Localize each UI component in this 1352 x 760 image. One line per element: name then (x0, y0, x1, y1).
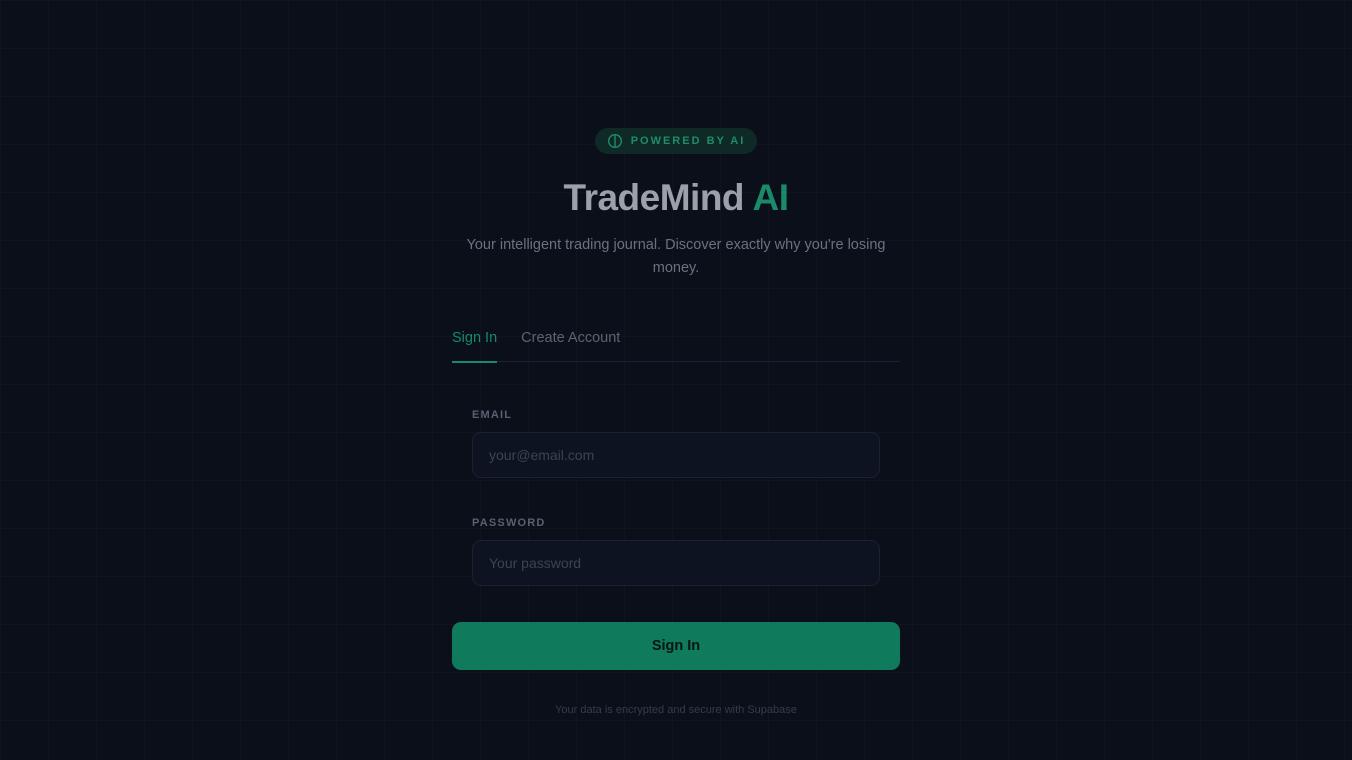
sign-in-button[interactable]: Sign In (452, 622, 900, 670)
password-field-group: PASSWORD (472, 516, 880, 586)
powered-by-badge: POWERED BY AI (594, 128, 758, 154)
email-label: EMAIL (472, 409, 513, 421)
brain-icon (607, 133, 623, 149)
brand-name: TradeMind (563, 177, 745, 218)
badge-text: POWERED BY AI (630, 135, 746, 147)
security-note: Your data is encrypted and secure with S… (555, 704, 797, 716)
email-field-group: EMAIL (472, 408, 880, 478)
page-title: TradeMind AI (452, 176, 900, 220)
password-label: PASSWORD (472, 517, 546, 529)
auth-tabs: Sign In Create Account (452, 320, 900, 363)
sign-in-form: EMAIL PASSWORD (452, 408, 900, 586)
page-subtitle: Your intelligent trading journal. Discov… (466, 237, 886, 276)
tab-sign-in[interactable]: Sign In (452, 320, 498, 363)
tab-create-account[interactable]: Create Account (521, 320, 620, 362)
email-input[interactable] (472, 432, 880, 478)
badge-wrapper: POWERED BY AI (452, 128, 900, 154)
auth-card: POWERED BY AI TradeMind AI Your intellig… (452, 128, 900, 716)
brand-accent: AI (752, 177, 789, 218)
password-input[interactable] (472, 540, 880, 586)
